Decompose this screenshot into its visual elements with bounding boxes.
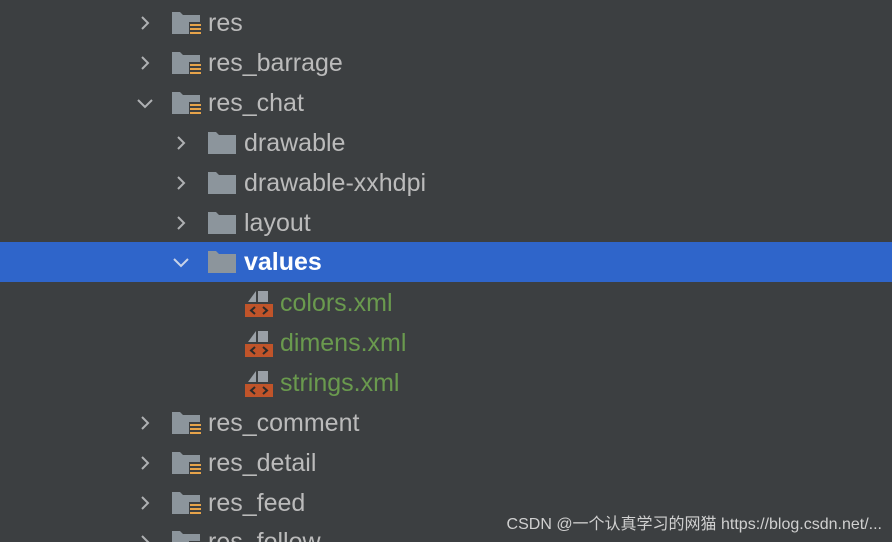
tree-item-label: drawable-xxhdpi [244,169,427,197]
xml-file-icon [244,323,278,363]
tree-item-label: strings.xml [280,369,400,397]
folder-icon [208,203,242,243]
tree-item-label: res_chat [208,89,304,117]
chevron-right-icon[interactable] [136,483,156,523]
xml-file-icon [244,363,278,403]
tree-item-res-detail[interactable]: res_detail [0,443,892,483]
chevron-right-icon[interactable] [136,3,156,43]
resource-folder-icon [172,443,206,483]
chevron-down-icon[interactable] [136,83,156,123]
tree-item-label: res [208,9,243,37]
chevron-right-icon[interactable] [172,203,192,243]
resource-folder-icon [172,83,206,123]
tree-item-strings-xml[interactable]: strings.xml [0,363,892,403]
chevron-right-icon[interactable] [172,163,192,203]
tree-item-res-chat[interactable]: res_chat [0,83,892,123]
resource-folder-icon [172,403,206,443]
tree-item-res[interactable]: res [0,3,892,43]
resource-folder-icon [172,43,206,83]
watermark: CSDN @一个认真学习的网猫 https://blog.csdn.net/..… [506,516,882,533]
tree-item-colors-xml[interactable]: colors.xml [0,283,892,323]
tree-item-label: values [244,248,322,276]
folder-icon [208,123,242,163]
resource-folder-icon [172,3,206,43]
tree-item-dimens-xml[interactable]: dimens.xml [0,323,892,363]
project-tree: res res_barrage res_chat drawable drawab… [0,0,892,542]
tree-item-values[interactable]: values [0,242,892,282]
tree-item-layout[interactable]: layout [0,203,892,243]
folder-icon [208,242,242,282]
chevron-right-icon[interactable] [136,43,156,83]
tree-item-label: res_feed [208,489,306,517]
tree-item-res-comment[interactable]: res_comment [0,403,892,443]
tree-item-res-barrage[interactable]: res_barrage [0,43,892,83]
xml-file-icon [244,283,278,323]
tree-item-drawable-xxhdpi[interactable]: drawable-xxhdpi [0,163,892,203]
chevron-right-icon[interactable] [136,522,156,542]
tree-item-label: res_barrage [208,49,343,77]
chevron-right-icon[interactable] [172,123,192,163]
chevron-right-icon[interactable] [136,403,156,443]
chevron-down-icon[interactable] [172,242,192,282]
tree-item-label: res_comment [208,409,360,437]
folder-icon [208,163,242,203]
chevron-right-icon[interactable] [136,443,156,483]
tree-item-label: res_detail [208,449,317,477]
tree-item-label: drawable [244,129,346,157]
tree-item-label: layout [244,209,311,237]
resource-folder-icon [172,483,206,523]
tree-item-label: colors.xml [280,289,393,317]
tree-item-label: res_follow [208,528,321,542]
tree-item-label: dimens.xml [280,329,407,357]
resource-folder-icon [172,522,206,542]
tree-item-drawable[interactable]: drawable [0,123,892,163]
